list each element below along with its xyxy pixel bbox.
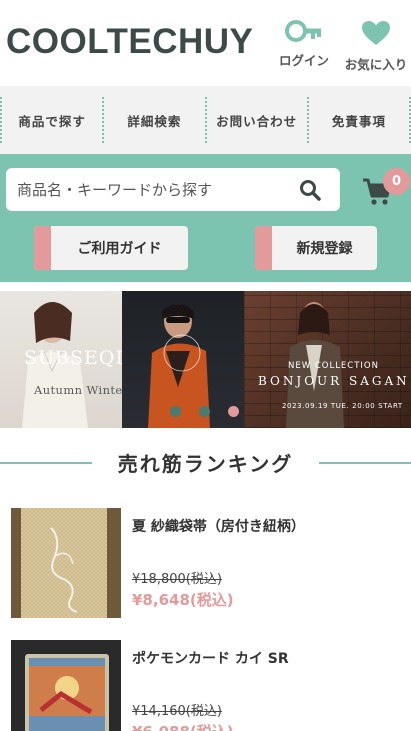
product-thumbnail[interactable] (11, 640, 121, 731)
product-original-price: ¥18,800(税込) (132, 572, 222, 587)
banner-subtitle: Autumn Winter 2023 Collection (34, 383, 122, 397)
carousel-dot-3[interactable] (228, 406, 239, 417)
search-icon[interactable] (298, 178, 322, 202)
search-input[interactable] (6, 168, 286, 211)
key-icon (285, 20, 321, 42)
product-thumbnail[interactable] (11, 508, 121, 618)
search-box (6, 168, 340, 211)
login-button[interactable]: ログイン (276, 20, 332, 69)
hero-carousel[interactable]: SUBSEQING Autumn Winter 2023 Collection … (0, 291, 411, 428)
cart-count-badge: 0 (383, 168, 410, 195)
product-sale-price: ¥8,648(税込) (132, 591, 234, 609)
main-nav: 商品で探す 詳細検索 お問い合わせ 免責事項 (0, 86, 411, 154)
divider-line (319, 462, 411, 464)
carousel-dots (170, 406, 239, 417)
site-header: COOLTECHUY ログイン お気に入り (0, 0, 411, 86)
carousel-dot-1[interactable] (170, 406, 181, 417)
banner-new-collection: NEW COLLECTION (288, 361, 379, 371)
carousel-dot-2[interactable] (199, 406, 210, 417)
button-accent-stripe (255, 226, 272, 270)
product-original-price: ¥14,160(税込) (132, 704, 222, 719)
user-guide-label: ご利用ガイド (77, 241, 162, 257)
favorites-label: お気に入り (344, 57, 408, 72)
banner-collection-name: BONJOUR SAGAN (258, 374, 410, 388)
product-item[interactable]: ポケモンカード カイ SR ¥14,160(税込) ¥6,088(税込) (0, 640, 411, 731)
user-guide-button[interactable]: ご利用ガイド (34, 226, 188, 270)
register-button[interactable]: 新規登録 (255, 226, 377, 270)
register-label: 新規登録 (296, 241, 353, 257)
ranking-heading: 売れ筋ランキング (0, 448, 411, 478)
banner-slide-3: NEW COLLECTION BONJOUR SAGAN 2023.09.19 … (244, 291, 411, 428)
product-name[interactable]: 夏 紗織袋帯（房付き紐柄） (132, 516, 305, 536)
banner-date: 2023.09.19 TUE. 20:00 START (282, 402, 403, 410)
banner-slide-1: SUBSEQING Autumn Winter 2023 Collection (0, 291, 122, 428)
login-label: ログイン (278, 53, 329, 68)
banner-title: SUBSEQING (24, 347, 122, 369)
search-band: 0 ご利用ガイド 新規登録 (0, 154, 411, 282)
heart-icon (362, 21, 390, 45)
product-item[interactable]: 夏 紗織袋帯（房付き紐柄） ¥18,800(税込) ¥8,648(税込) (0, 508, 411, 620)
nav-item-contact[interactable]: お問い合わせ (204, 97, 307, 143)
nav-item-disclaimer[interactable]: 免責事項 (306, 97, 411, 143)
favorites-button[interactable]: お気に入り (340, 20, 411, 73)
nav-item-product-search[interactable]: 商品で探す (0, 97, 102, 143)
product-sale-price: ¥6,088(税込) (132, 721, 234, 731)
product-name[interactable]: ポケモンカード カイ SR (132, 648, 289, 668)
ranking-title: 売れ筋ランキング (117, 452, 294, 476)
button-accent-stripe (34, 226, 51, 270)
divider-line (0, 462, 92, 464)
nav-item-advanced-search[interactable]: 詳細検索 (102, 97, 204, 143)
site-logo[interactable]: COOLTECHUY (6, 22, 253, 62)
